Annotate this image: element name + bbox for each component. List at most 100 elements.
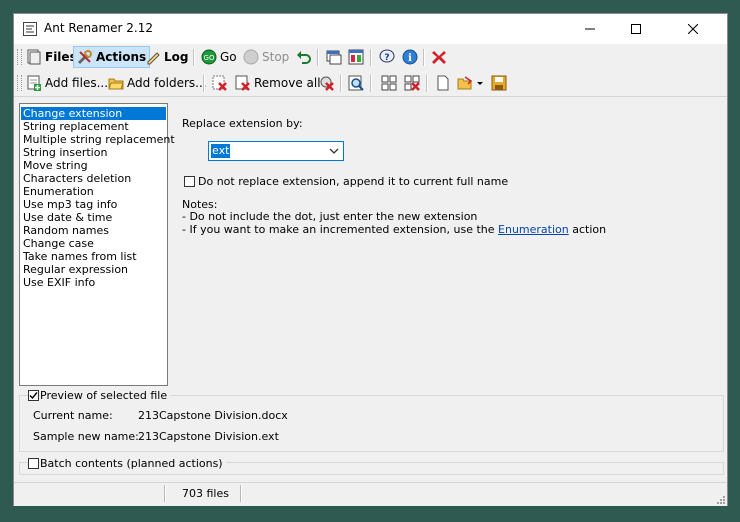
list-item[interactable]: Use mp3 tag info [21,198,166,211]
checkmark-icon [29,392,38,400]
sample-name-value: 213Capstone Division.ext [138,430,279,443]
info-icon: i [402,49,418,65]
list-item[interactable]: String replacement [21,120,166,133]
list-item[interactable]: Enumeration [21,185,166,198]
remove-selected-icon [212,75,228,91]
add-folders-button[interactable]: Add folders... [105,72,210,94]
note-2-suffix: action [572,223,607,236]
close-icon [688,24,698,34]
title-bar: Ant Renamer 2.12 [14,14,727,44]
preview-checkbox[interactable] [28,390,39,401]
remove-selection-button[interactable] [401,72,423,94]
help-button[interactable]: ? [376,46,398,68]
actions-button[interactable]: Actions [73,46,151,68]
current-name-value: 213Capstone Division.docx [138,409,288,422]
window-icon [326,49,342,65]
svg-text:GO: GO [204,54,215,62]
chevron-down-icon[interactable] [476,75,484,91]
enumeration-link[interactable]: Enumeration [498,223,569,236]
add-files-button[interactable]: Add files... [23,72,111,94]
toolbar-separator [203,75,205,92]
stop-label: Stop [262,50,290,64]
window-title: Ant Renamer 2.12 [44,21,154,35]
files-icon [26,49,42,65]
append-extension-label: Do not replace extension, append it to c… [198,175,509,188]
list-item[interactable]: Regular expression [21,263,166,276]
app-icon [23,22,37,36]
undo-button[interactable] [293,46,315,68]
open-batch-button[interactable] [454,72,487,94]
remove-selection-icon [404,75,420,91]
toolbar-separator [370,75,372,92]
about-button[interactable]: i [399,46,421,68]
svg-text:i: i [408,53,412,64]
remove-dead-button[interactable] [316,72,338,94]
toolbar-separator [340,75,342,92]
toolbar-separator [423,49,425,66]
files-toolbar: Add files... Add folders... Remove all [14,70,727,97]
undo-icon [296,49,312,65]
batch-label: Batch contents (planned actions) [40,457,226,470]
remove-all-label: Remove all [254,76,321,90]
save-icon [491,75,507,91]
files-label: Files [45,50,77,64]
chevron-down-icon[interactable] [329,147,339,155]
current-name-label: Current name: [33,409,113,422]
go-label: Go [220,50,237,64]
minimize-button[interactable] [567,14,613,44]
remove-all-icon [235,75,251,91]
list-item[interactable]: Change extension [21,107,166,120]
maximize-button[interactable] [613,14,659,44]
extension-combobox[interactable]: ext [208,141,344,161]
actions-list[interactable]: Change extension String replacement Mult… [19,103,175,386]
blank-page-icon [435,75,451,91]
main-toolbar: Files Actions Log GO Go Stop ? i [14,44,727,70]
toolbar-separator [317,49,319,66]
layout-button[interactable] [345,46,367,68]
window-button[interactable] [323,46,345,68]
exit-icon [431,49,447,65]
append-extension-checkbox[interactable] [184,176,195,187]
list-item[interactable]: Move string [21,159,166,172]
new-batch-button[interactable] [432,72,454,94]
list-item[interactable]: Characters deletion [21,172,166,185]
preview-group [19,395,724,452]
search-icon [348,75,364,91]
extension-value[interactable]: ext [211,144,231,158]
toolbar-grip[interactable] [17,49,22,65]
list-item[interactable]: Take names from list [21,250,166,263]
status-separator [240,485,242,502]
remove-all-button[interactable]: Remove all [232,72,324,94]
maximize-icon [631,24,641,34]
close-button[interactable] [659,14,727,44]
list-item[interactable]: String insertion [21,146,166,159]
toolbar-separator [426,75,428,92]
batch-checkbox[interactable] [28,458,39,469]
note-1: - Do not include the dot, just enter the… [182,210,478,223]
add-folders-icon [108,75,124,91]
note-2-prefix: - If you want to make an incremented ext… [182,223,495,236]
list-item[interactable]: Use date & time [21,211,166,224]
status-separator [164,485,166,502]
note-2: - If you want to make an incremented ext… [182,223,606,236]
replace-extension-label: Replace extension by: [182,117,303,130]
log-label: Log [164,50,189,64]
go-icon: GO [201,49,217,65]
toolbar-grip[interactable] [17,75,22,91]
list-item[interactable]: Change case [21,237,166,250]
select-all-button[interactable] [378,72,400,94]
list-item[interactable]: Use EXIF info [21,276,166,289]
preview-label: Preview of selected file [40,389,171,402]
remove-selected-button[interactable] [209,72,231,94]
list-item[interactable]: Multiple string replacement [21,133,175,146]
save-batch-button[interactable] [488,72,510,94]
resize-grip-icon[interactable] [715,494,725,504]
toolbar-separator [193,49,195,66]
exit-button[interactable] [428,46,450,68]
list-item[interactable]: Random names [21,224,166,237]
files-button[interactable]: Files [23,46,80,68]
stop-button[interactable]: Stop [240,46,292,68]
go-button[interactable]: GO Go [198,46,240,68]
log-button[interactable]: Log [142,46,191,68]
search-button[interactable] [345,72,367,94]
